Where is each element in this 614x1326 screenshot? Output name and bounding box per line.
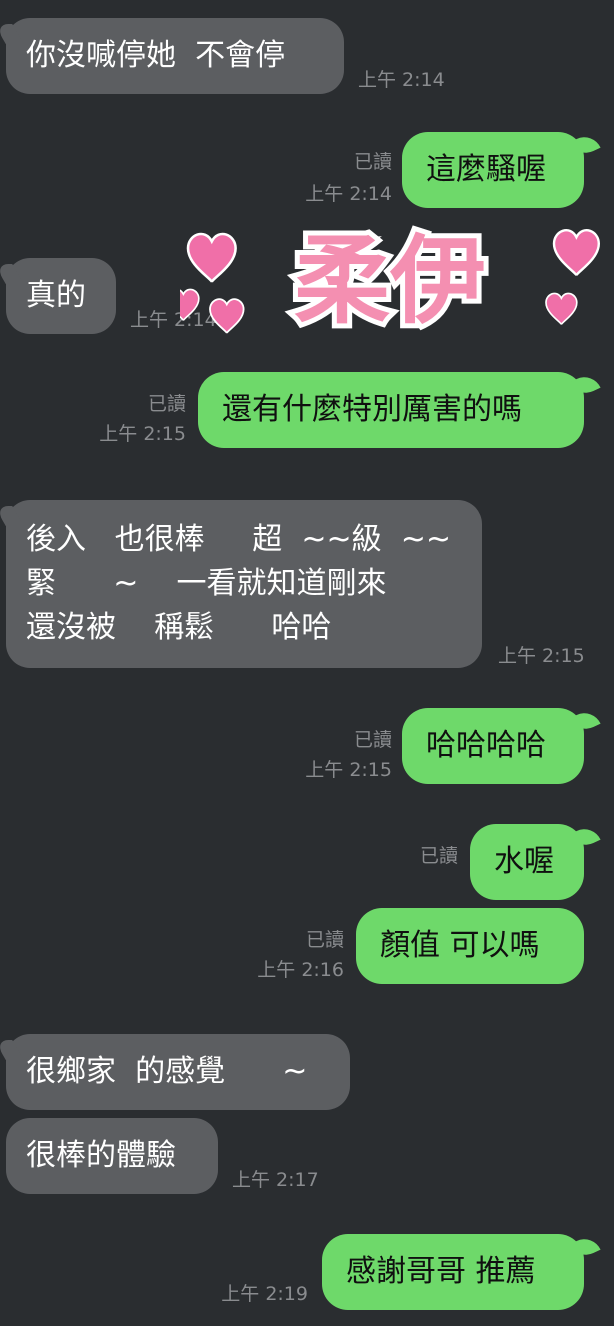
sticker-text: 柔伊 xyxy=(294,225,486,337)
message-bubble-outgoing[interactable]: 哈哈哈哈 xyxy=(402,708,584,784)
heart-icon xyxy=(552,229,600,277)
message-time: 上午 2:19 xyxy=(221,1283,308,1305)
read-receipt: 已讀 xyxy=(147,393,186,415)
read-receipt: 已讀 xyxy=(305,929,344,951)
message-bubble-outgoing[interactable]: 感謝哥哥 推薦 xyxy=(322,1234,584,1310)
message-bubble-outgoing[interactable]: 這麼騷喔 xyxy=(402,132,584,208)
sticker[interactable]: 柔伊 xyxy=(180,210,600,350)
message-time: 上午 2:15 xyxy=(305,759,392,781)
message-time: 上午 2:14 xyxy=(358,69,445,91)
heart-icon xyxy=(186,232,237,284)
message-time: 上午 2:15 xyxy=(99,423,186,445)
message-time: 上午 2:17 xyxy=(232,1169,319,1191)
message-time: 上午 2:15 xyxy=(498,645,585,667)
read-receipt: 已讀 xyxy=(353,151,392,173)
heart-icon xyxy=(545,292,578,326)
message-bubble-outgoing[interactable]: 顏值 可以嗎 xyxy=(356,908,584,984)
read-receipt: 已讀 xyxy=(353,729,392,751)
message-bubble-incoming[interactable]: 很鄉家 的感覺 ~ xyxy=(6,1034,350,1110)
message-bubble-incoming[interactable]: 很棒的體驗 xyxy=(6,1118,218,1194)
message-bubble-incoming[interactable]: 真的 xyxy=(6,258,116,334)
read-receipt: 已讀 xyxy=(419,845,458,867)
heart-icon xyxy=(180,288,200,322)
message-time: 上午 2:14 xyxy=(305,183,392,205)
message-time: 上午 2:16 xyxy=(257,959,344,981)
message-bubble-outgoing[interactable]: 水喔 xyxy=(470,824,584,900)
message-bubble-incoming[interactable]: 後入 也很棒 超 ~~級 ~~ 緊 ~ 一看就知道剛來 還沒被 稱鬆 哈哈 xyxy=(6,500,482,668)
message-bubble-incoming[interactable]: 你沒喊停她 不會停 xyxy=(6,18,344,94)
message-bubble-outgoing[interactable]: 還有什麼特別厲害的嗎 xyxy=(198,372,584,448)
heart-icon xyxy=(209,298,245,335)
